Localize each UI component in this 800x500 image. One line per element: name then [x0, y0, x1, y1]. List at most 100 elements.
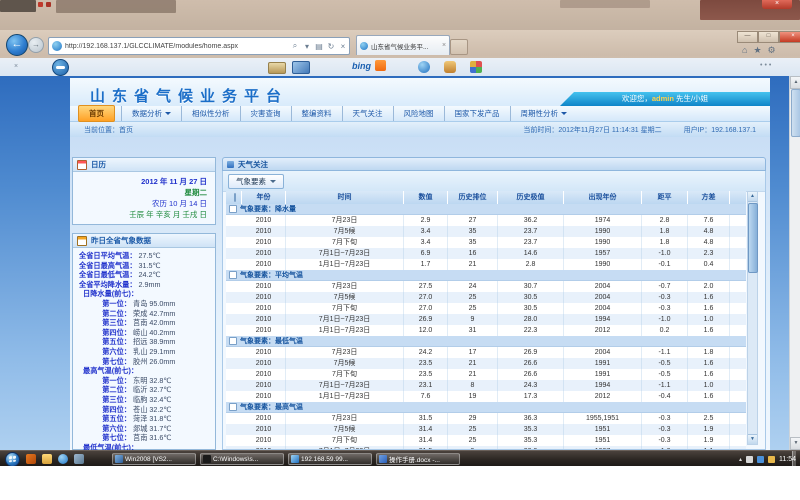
taskbar-button[interactable]: Win2008 [VS2...: [112, 453, 196, 465]
tab-close-icon[interactable]: ×: [439, 42, 449, 49]
background-close-button[interactable]: ×: [762, 0, 792, 9]
group-header-row[interactable]: 气象要素：平均气温: [226, 270, 746, 281]
favorites-star-icon[interactable]: ★: [753, 45, 761, 56]
table-row[interactable]: 20107月5候31.42535.31951-0.31.9: [226, 424, 746, 435]
column-header-距平[interactable]: 距平: [642, 191, 688, 204]
maximize-button[interactable]: □: [758, 31, 779, 43]
nav-item-风险地图[interactable]: 风险地图: [393, 106, 444, 121]
compatibility-view-icon[interactable]: ▤: [313, 42, 325, 51]
column-header-时间[interactable]: 时间: [286, 191, 404, 204]
group-header-row[interactable]: 气象要素：降水量: [226, 204, 746, 215]
settings-gear-icon[interactable]: ⚙: [768, 45, 776, 56]
refresh-icon[interactable]: ↻: [325, 42, 337, 51]
scrollbar-down-icon[interactable]: ▼: [790, 437, 800, 450]
group-checkbox[interactable]: [229, 337, 237, 345]
taskbar-button[interactable]: 192.168.59.99...: [288, 453, 372, 465]
toolbar-close-icon[interactable]: ×: [14, 63, 18, 70]
addon-icon-1[interactable]: [418, 61, 430, 73]
addon-icon-2[interactable]: [444, 61, 456, 73]
nav-item-数据分析[interactable]: 数据分析: [121, 106, 181, 121]
group-header-row[interactable]: 气象要素：最低气温: [226, 336, 746, 347]
scroll-down-icon[interactable]: ▼: [748, 434, 757, 444]
table-row[interactable]: 20101月1日~7月23日12.03122.320120.21.6: [226, 325, 746, 336]
ie-icon[interactable]: [58, 454, 68, 464]
browser-scrollbar[interactable]: ▲ ▼: [789, 76, 800, 450]
nav-item-相似性分析[interactable]: 相似性分析: [181, 106, 240, 121]
column-header-数值[interactable]: 数值: [404, 191, 448, 204]
table-row[interactable]: 20101月1日~7月23日1.7212.81990-0.10.4: [226, 259, 746, 270]
media-player-icon[interactable]: [26, 454, 36, 464]
nav-item-首页[interactable]: 首页: [78, 105, 115, 122]
table-row[interactable]: 20107月5候23.52126.61991-0.51.6: [226, 358, 746, 369]
element-filter-button[interactable]: 气象要素: [228, 174, 284, 189]
table-row[interactable]: 20107月5候27.02530.52004-0.31.6: [226, 292, 746, 303]
table-scrollbar-thumb[interactable]: [748, 203, 758, 273]
minimize-button[interactable]: —: [737, 31, 758, 43]
volume-icon[interactable]: [746, 456, 753, 463]
column-header-方差[interactable]: 方差: [688, 191, 730, 204]
cards-icon[interactable]: [268, 62, 286, 74]
panel-icon: [227, 161, 234, 168]
stop-icon[interactable]: ×: [337, 42, 349, 51]
browser-tab[interactable]: 山东省气候业务平... ×: [356, 35, 450, 55]
table-row[interactable]: 20107月下旬3.43523.719901.84.8: [226, 237, 746, 248]
bing-badge-icon[interactable]: [375, 60, 386, 71]
address-bar[interactable]: http://192.168.137.1/GLCCLIMATE/modules/…: [48, 37, 350, 55]
table-row[interactable]: 20107月下旬27.02530.52004-0.31.6: [226, 303, 746, 314]
forward-button[interactable]: →: [28, 37, 44, 53]
addon-icon-3[interactable]: [470, 61, 482, 73]
url-text[interactable]: http://192.168.137.1/GLCCLIMATE/modules/…: [65, 43, 289, 50]
group-checkbox[interactable]: [229, 205, 237, 213]
scrollbar-up-icon[interactable]: ▲: [790, 76, 800, 89]
action-center-flag-icon[interactable]: [768, 456, 775, 463]
home-icon[interactable]: ⌂: [742, 45, 747, 56]
column-header-年份[interactable]: 年份: [242, 191, 286, 204]
more-options-icon[interactable]: •••: [760, 62, 773, 69]
table-row[interactable]: 20107月1日~7月23日26.9928.01994-1.01.0: [226, 314, 746, 325]
taskbar-button[interactable]: 操作手册.docx -...: [376, 453, 460, 465]
file-explorer-icon[interactable]: [42, 454, 52, 464]
show-desktop-button[interactable]: [792, 451, 796, 467]
table-row[interactable]: 20107月23日31.52936.31955,1951-0.32.5: [226, 413, 746, 424]
table-row[interactable]: 20107月23日27.52430.72004-0.72.0: [226, 281, 746, 292]
nav-item-灾害查询[interactable]: 灾害查询: [240, 106, 291, 121]
table-row[interactable]: 20107月1日~7月23日23.1824.31994-1.11.0: [226, 380, 746, 391]
nav-item-整编资料[interactable]: 整编资料: [291, 106, 342, 121]
scroll-up-icon[interactable]: ▲: [748, 192, 757, 202]
back-button[interactable]: ←: [6, 34, 28, 56]
group-checkbox[interactable]: [229, 403, 237, 411]
table-scrollbar[interactable]: ▲ ▼: [747, 191, 758, 445]
checkbox[interactable]: [234, 193, 236, 202]
table-row[interactable]: 20107月下旬23.52126.61991-0.51.6: [226, 369, 746, 380]
table-row[interactable]: 20107月5候3.43523.719901.84.8: [226, 226, 746, 237]
close-button[interactable]: ×: [779, 31, 800, 43]
nav-item-天气关注[interactable]: 天气关注: [342, 106, 393, 121]
new-tab-button[interactable]: [450, 39, 468, 55]
bing-logo[interactable]: bing: [352, 60, 386, 71]
tab-title[interactable]: 山东省气候业务平...: [371, 41, 439, 51]
start-button[interactable]: [5, 452, 20, 467]
hidden-icons-arrow[interactable]: ▴: [739, 456, 742, 463]
group-checkbox[interactable]: [229, 271, 237, 279]
address-dropdown-icon[interactable]: ▾: [301, 42, 313, 51]
table-row[interactable]: 20107月23日2.92736.219742.87.6: [226, 215, 746, 226]
table-row[interactable]: 20107月下旬31.42535.31951-0.31.9: [226, 435, 746, 446]
column-header-历史排位[interactable]: 历史排位: [448, 191, 498, 204]
mail-icon[interactable]: [292, 61, 310, 74]
taskbar-button[interactable]: C:\Windows\s...: [200, 453, 284, 465]
search-icon[interactable]: ⌕: [289, 41, 301, 51]
nav-item-周期性分析[interactable]: 周期性分析: [510, 106, 578, 121]
table-row[interactable]: 20107月23日24.21726.92004-1.11.8: [226, 347, 746, 358]
table-row[interactable]: 20101月1日~7月23日7.61917.32012-0.41.6: [226, 391, 746, 402]
rank-label: 第二位：: [73, 385, 131, 395]
browser-scrollbar-thumb[interactable]: [791, 89, 800, 137]
nav-item-国家下发产品[interactable]: 国家下发产品: [444, 106, 510, 121]
table-cell: 7月23日: [286, 347, 404, 358]
column-header-出现年份[interactable]: 出现年份: [564, 191, 642, 204]
table-row[interactable]: 20107月1日~7月23日6.91614.61957-1.02.3: [226, 248, 746, 259]
pinned-app-icon[interactable]: [74, 454, 84, 464]
network-icon[interactable]: [757, 456, 764, 463]
addon-logo-icon[interactable]: [52, 59, 69, 76]
column-header-历史极值[interactable]: 历史极值: [498, 191, 564, 204]
group-header-row[interactable]: 气象要素：最高气温: [226, 402, 746, 413]
